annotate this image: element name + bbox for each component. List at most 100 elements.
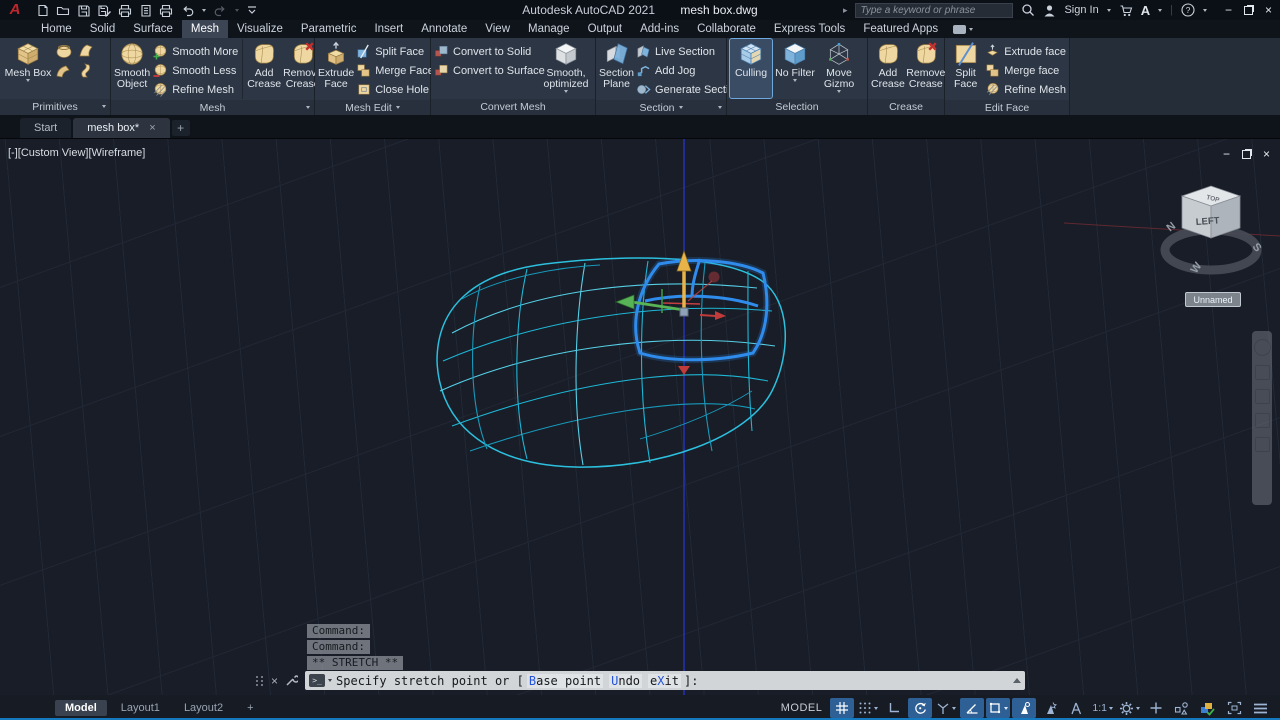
- layout2-tab[interactable]: Layout2: [174, 700, 233, 716]
- autocad-logo-icon[interactable]: A: [0, 0, 30, 20]
- navigation-wheel-icon[interactable]: [1254, 339, 1271, 356]
- command-history-expand-icon[interactable]: [1013, 678, 1021, 683]
- viewcube-cube[interactable]: [1182, 186, 1240, 238]
- panel-label-primitives[interactable]: Primitives: [0, 99, 110, 115]
- crease-add-button[interactable]: Add Crease: [871, 39, 905, 98]
- grid-toggle[interactable]: [830, 698, 854, 718]
- object-snap-toggle[interactable]: [986, 698, 1010, 718]
- smooth-optimized-button[interactable]: Smooth, optimized: [542, 39, 590, 98]
- isometric-drafting-toggle[interactable]: [934, 698, 958, 718]
- section-plane-button[interactable]: Section Plane: [599, 39, 634, 99]
- publish-icon[interactable]: [139, 4, 152, 17]
- tab-home[interactable]: Home: [32, 20, 81, 38]
- model-space-badge[interactable]: MODEL: [781, 702, 823, 714]
- extrude-face-button[interactable]: Extrude Face: [318, 39, 354, 99]
- panel-label-selection[interactable]: Selection: [727, 99, 867, 115]
- annotation-autoscale-toggle[interactable]: [1038, 698, 1062, 718]
- mesh-wedge-button[interactable]: [77, 43, 95, 59]
- close-button[interactable]: ×: [1265, 3, 1272, 17]
- add-crease-button[interactable]: Add Crease: [247, 39, 281, 99]
- redo-icon[interactable]: [213, 4, 228, 17]
- cart-icon[interactable]: [1119, 4, 1133, 17]
- panel-label-section[interactable]: Section: [596, 100, 726, 115]
- undo-dropdown-icon[interactable]: [202, 9, 206, 12]
- annotation-visibility-toggle[interactable]: [1012, 698, 1036, 718]
- plot-icon[interactable]: [118, 4, 132, 17]
- print-icon[interactable]: [159, 4, 173, 17]
- smooth-less-button[interactable]: Smooth Less: [152, 61, 238, 80]
- command-line-customize-icon[interactable]: [285, 674, 298, 687]
- viewport-controls-label[interactable]: [-][Custom View][Wireframe]: [8, 147, 145, 159]
- convert-to-surface-button[interactable]: Convert to Surface: [434, 61, 540, 80]
- split-face-button[interactable]: Split Face: [356, 42, 434, 61]
- refine-mesh-button[interactable]: Refine Mesh: [152, 80, 238, 99]
- minimize-button[interactable]: −: [1225, 3, 1232, 17]
- move-gizmo-button[interactable]: Move Gizmo: [818, 39, 860, 98]
- tab-add-ins[interactable]: Add-ins: [631, 20, 688, 38]
- tab-insert[interactable]: Insert: [365, 20, 412, 38]
- command-input[interactable]: >_ Specify stretch point or [Base pointU…: [305, 671, 1025, 690]
- convert-to-solid-button[interactable]: Convert to Solid: [434, 42, 540, 61]
- pan-icon[interactable]: [1255, 365, 1270, 380]
- mesh-object-wireframe[interactable]: [437, 258, 785, 467]
- isolate-objects-button[interactable]: [1170, 698, 1194, 718]
- search-icon[interactable]: [1021, 3, 1035, 17]
- edit-refine-mesh-button[interactable]: Refine Mesh: [985, 80, 1066, 99]
- viewport-restore-icon[interactable]: [1242, 150, 1251, 159]
- tab-solid[interactable]: Solid: [81, 20, 125, 38]
- annotation-scale-icon-button[interactable]: [1064, 698, 1088, 718]
- edit-extrude-face-button[interactable]: Extrude face: [985, 42, 1066, 61]
- graphics-performance-button[interactable]: [1196, 698, 1220, 718]
- keyword-undo[interactable]: Undo: [609, 674, 642, 688]
- panel-label-edit-face[interactable]: Edit Face: [945, 100, 1069, 115]
- new-file-icon[interactable]: [36, 4, 49, 17]
- culling-button[interactable]: Culling: [730, 39, 772, 98]
- smooth-object-button[interactable]: Smooth Object: [114, 39, 150, 99]
- panel-label-convert-mesh[interactable]: Convert Mesh: [431, 99, 595, 115]
- user-icon[interactable]: [1043, 4, 1056, 17]
- tab-express-tools[interactable]: Express Tools: [765, 20, 854, 38]
- object-snap-tracking-toggle[interactable]: [960, 698, 984, 718]
- panel-label-mesh[interactable]: Mesh: [111, 100, 314, 115]
- gizmo-z-axis[interactable]: [700, 315, 716, 316]
- navigation-bar[interactable]: [1252, 331, 1272, 505]
- panel-label-crease[interactable]: Crease: [868, 99, 944, 115]
- ortho-toggle[interactable]: [882, 698, 906, 718]
- tab-mesh[interactable]: Mesh: [182, 20, 228, 38]
- no-filter-button[interactable]: No Filter: [774, 39, 816, 98]
- new-drawing-tab-button[interactable]: +: [172, 120, 190, 136]
- annotation-monitor-button[interactable]: [1144, 698, 1168, 718]
- qat-customize-icon[interactable]: [246, 4, 258, 16]
- keyword-base-point[interactable]: Base point: [527, 674, 603, 688]
- tab-visualize[interactable]: Visualize: [228, 20, 292, 38]
- close-hole-button[interactable]: Close Hole: [356, 80, 434, 99]
- mesh-swept-button[interactable]: [77, 63, 95, 79]
- edit-split-face-button[interactable]: Split Face: [948, 39, 983, 99]
- undo-icon[interactable]: [180, 4, 195, 17]
- tab-output[interactable]: Output: [579, 20, 632, 38]
- viewcube[interactable]: N W S LEFT TOP: [1156, 175, 1266, 295]
- zoom-icon[interactable]: [1255, 389, 1270, 404]
- open-folder-icon[interactable]: [56, 4, 70, 17]
- customize-status-bar-button[interactable]: [1248, 698, 1272, 718]
- sign-in-dropdown-icon[interactable]: [1107, 9, 1111, 12]
- smooth-more-button[interactable]: Smooth More: [152, 42, 238, 61]
- redo-dropdown-icon[interactable]: [235, 9, 239, 12]
- autodesk-app-dropdown-icon[interactable]: [1158, 9, 1162, 12]
- crease-remove-button[interactable]: Remove Crease: [907, 39, 945, 98]
- live-section-button[interactable]: Live Section: [636, 42, 741, 61]
- tab-collaborate[interactable]: Collaborate: [688, 20, 765, 38]
- clean-screen-button[interactable]: [1222, 698, 1246, 718]
- drawing-viewport[interactable]: [-][Custom View][Wireframe] − × N W S LE…: [0, 138, 1280, 695]
- command-line-drag-handle[interactable]: [256, 676, 264, 686]
- mesh-pipe-button[interactable]: [55, 63, 73, 79]
- tab-parametric[interactable]: Parametric: [292, 20, 366, 38]
- tab-annotate[interactable]: Annotate: [412, 20, 476, 38]
- search-collapse-icon[interactable]: ▸: [843, 5, 848, 16]
- keyword-exit[interactable]: eXit: [648, 674, 681, 688]
- layout1-tab[interactable]: Layout1: [111, 700, 170, 716]
- show-motion-icon[interactable]: [1255, 437, 1270, 452]
- sign-in-link[interactable]: Sign In: [1064, 4, 1098, 16]
- save-as-icon[interactable]: [97, 4, 111, 17]
- add-jog-button[interactable]: Add Jog: [636, 61, 741, 80]
